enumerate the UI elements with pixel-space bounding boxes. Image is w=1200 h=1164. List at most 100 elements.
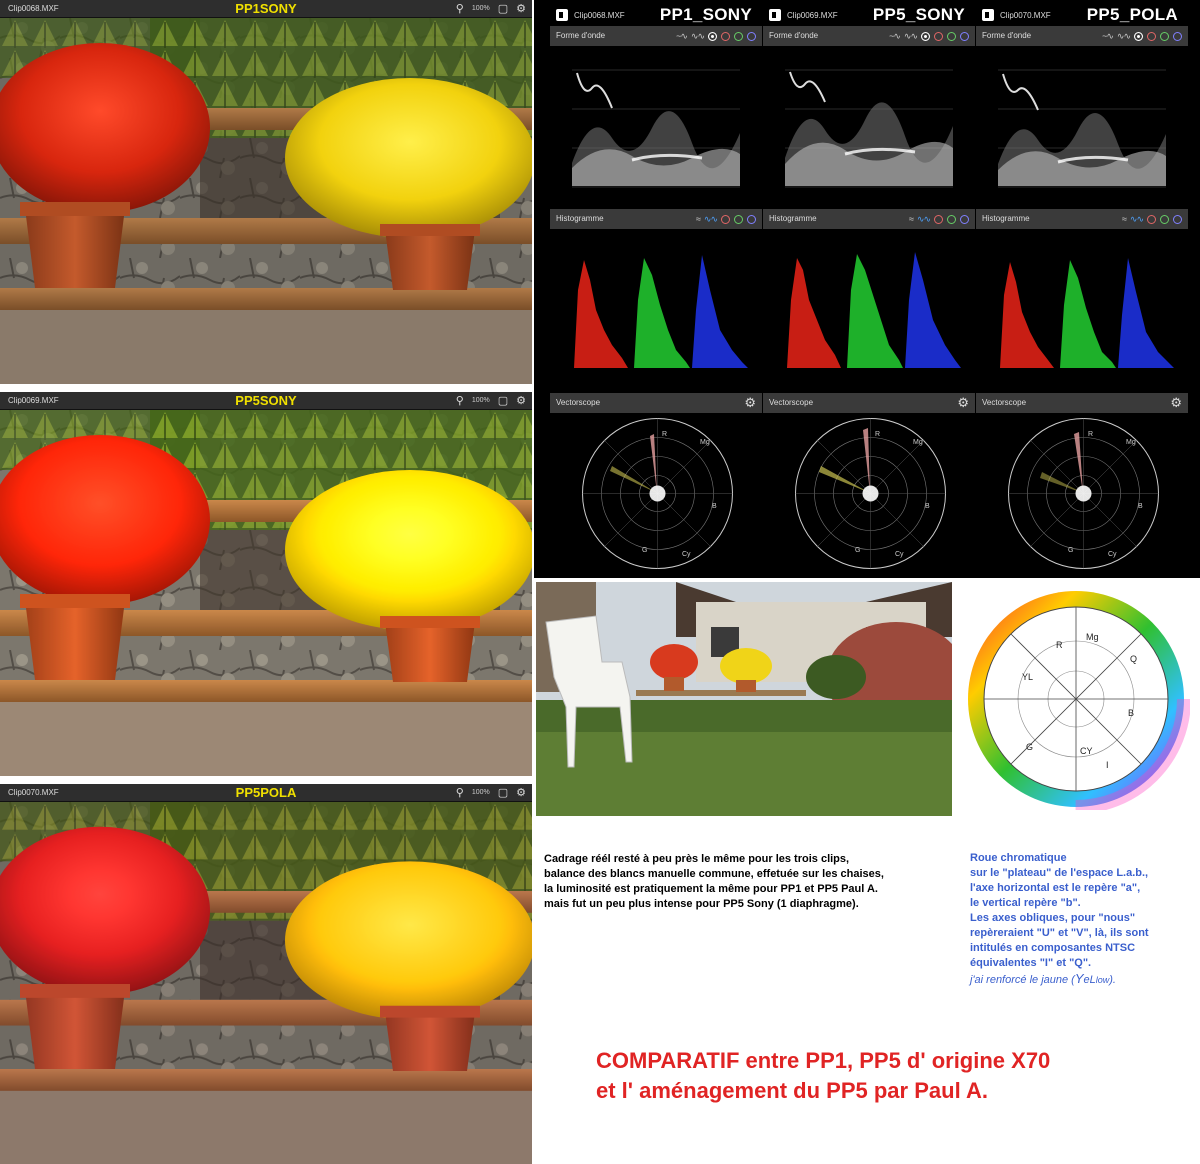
gear-icon[interactable]: ⚙ [957,393,969,413]
wheel-label-i: I [1106,760,1109,770]
scope-column-header: Clip0068.MXF PP1_SONY [550,4,762,28]
green-channel-toggle[interactable] [734,214,743,224]
caption-line: mais fut un peu plus intense pour PP5 So… [544,898,859,910]
chromatic-wheel: Mg R YL G CY B Q I [962,588,1190,810]
red-channel-toggle[interactable] [934,214,943,224]
red-channel-toggle[interactable] [721,31,730,41]
gear-icon[interactable]: ⚙ [516,392,526,410]
histogram-parade-icon[interactable]: ∿∿ [1130,209,1144,229]
note-line: Roue chromatique [970,852,1067,864]
parade-mode-icon[interactable]: ∿∿ [691,26,705,46]
red-channel-toggle[interactable] [1147,214,1156,224]
blue-channel-toggle[interactable] [1173,214,1182,224]
waveform-mode-icon[interactable]: ~∿ [676,26,688,46]
wheel-label-r: R [1056,640,1063,650]
scope-column-header: Clip0070.MXF PP5_POLA [976,4,1188,28]
clip-badge-icon [982,9,994,21]
blue-channel-toggle[interactable] [1173,31,1182,41]
green-channel-toggle[interactable] [734,31,743,41]
histogram-overlay-icon[interactable]: ≈ [1122,209,1127,229]
red-channel-toggle[interactable] [934,31,943,41]
green-channel-toggle[interactable] [1160,214,1169,224]
scope-clip-file: Clip0070.MXF [1000,11,1051,20]
vector-label-g: G [855,547,860,554]
note-italic-line: j'ai renforcé le jaune (YeLlow). [970,971,1195,988]
flower-photo [0,410,532,776]
vectorscope-header: Vectorscope ⚙ [550,393,762,413]
vectorscope-title: Vectorscope [556,398,601,407]
note-line: intitulés en composantes NTSC [970,942,1136,954]
waveform-mode-icon[interactable]: ~∿ [1102,26,1114,46]
red-channel-toggle[interactable] [721,214,730,224]
clip-viewer-2: Clip0069.MXF PP5SONY ⚲ 100% ▢ ⚙ [0,392,532,776]
waveform-mode-icon[interactable]: ~∿ [889,26,901,46]
luma-toggle[interactable] [708,31,717,41]
blue-channel-toggle[interactable] [960,214,969,224]
caption-line: la luminosité est pratiquement la même p… [544,883,878,895]
scope-clip-name: PP5_SONY [872,5,965,24]
scope-column-3: Clip0070.MXF PP5_POLA Forme d'onde ~∿ ∿∿ [976,0,1188,578]
scope-clip-file: Clip0068.MXF [574,11,625,20]
histogram-overlay-icon[interactable]: ≈ [909,209,914,229]
vector-label-cy: Cy [1108,551,1117,558]
histogram-header: Histogramme ≈ ∿∿ [550,209,762,229]
waveform-graph [998,68,1166,188]
histogram-graph [572,250,750,370]
vectorscope-graph: R Mg B Cy G [580,416,735,571]
waveform-title: Forme d'onde [556,31,606,40]
zoom-level[interactable]: 100% [472,392,490,410]
vector-label-cy: Cy [682,551,691,558]
vector-label-g: G [1068,547,1073,554]
histogram-parade-icon[interactable]: ∿∿ [917,209,931,229]
blue-channel-toggle[interactable] [747,31,756,41]
fit-view-icon[interactable]: ▢ [498,0,508,18]
fit-view-icon[interactable]: ▢ [498,784,508,802]
search-icon[interactable]: ⚲ [456,0,464,18]
luma-toggle[interactable] [1134,31,1143,41]
waveform-title: Forme d'onde [769,31,819,40]
note-line: Les axes obliques, pour "nous" [970,912,1136,924]
wheel-label-cy: CY [1080,746,1093,756]
search-icon[interactable]: ⚲ [456,784,464,802]
vector-label-cy: Cy [895,551,904,558]
wheel-label-g: G [1026,742,1033,752]
waveform-header: Forme d'onde ~∿ ∿∿ [976,26,1188,46]
wheel-note: Roue chromatique sur le "plateau" de l'e… [970,851,1195,988]
histogram-overlay-icon[interactable]: ≈ [696,209,701,229]
blue-channel-toggle[interactable] [960,31,969,41]
search-icon[interactable]: ⚲ [456,392,464,410]
wheel-label-yl: YL [1022,672,1033,682]
clip-title: PP5POLA [235,785,297,800]
gear-icon[interactable]: ⚙ [744,393,756,413]
red-channel-toggle[interactable] [1147,31,1156,41]
histogram-graph [998,250,1176,370]
green-channel-toggle[interactable] [947,31,956,41]
histogram-parade-icon[interactable]: ∿∿ [704,209,718,229]
luma-toggle[interactable] [921,31,930,41]
clip-title: PP1SONY [235,1,297,16]
parade-mode-icon[interactable]: ∿∿ [904,26,918,46]
parade-mode-icon[interactable]: ∿∿ [1117,26,1131,46]
note-italic-prefix: j'ai renforcé le jaune ( [970,974,1075,986]
green-channel-toggle[interactable] [947,214,956,224]
zoom-level[interactable]: 100% [472,0,490,18]
gear-icon[interactable]: ⚙ [516,784,526,802]
clip-badge-icon [556,9,568,21]
note-line: le vertical repère "b". [970,897,1081,909]
gear-icon[interactable]: ⚙ [516,0,526,18]
clip-title: PP5SONY [235,393,297,408]
vector-label-mg: Mg [1126,439,1136,446]
fit-view-icon[interactable]: ▢ [498,392,508,410]
blue-channel-toggle[interactable] [747,214,756,224]
vectorscope-graph: R Mg B Cy G [793,416,948,571]
note-italic-y: Y [1074,971,1084,986]
waveform-title: Forme d'onde [982,31,1032,40]
gear-icon[interactable]: ⚙ [1170,393,1182,413]
vectorscope-graph: R Mg B Cy G [1006,416,1161,571]
histogram-header: Histogramme ≈ ∿∿ [763,209,975,229]
green-channel-toggle[interactable] [1160,31,1169,41]
headline-line-2: et l' aménagement du PP5 par Paul A. [596,1078,988,1103]
vector-label-b: B [925,503,930,510]
zoom-level[interactable]: 100% [472,784,490,802]
caption-line: balance des blancs manuelle commune, eff… [544,868,884,880]
